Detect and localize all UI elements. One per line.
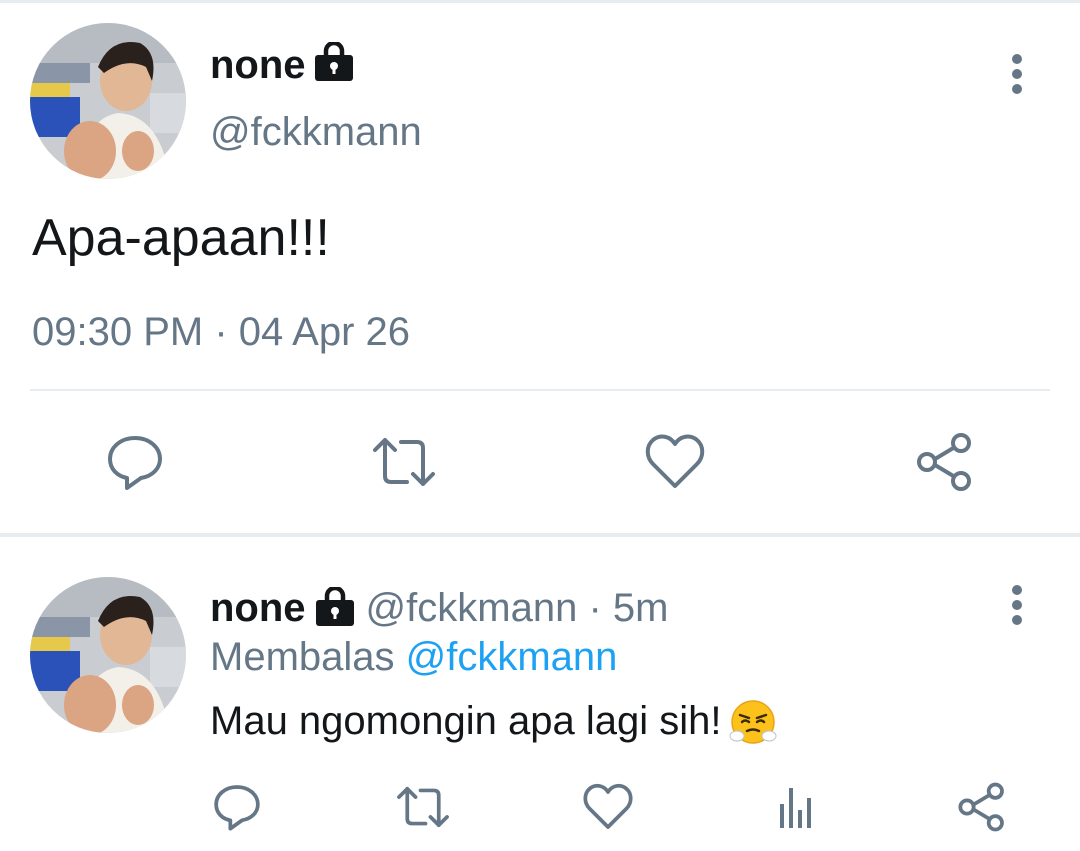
reply-header: none @fckkmann · 5m <box>210 584 668 632</box>
reply-icon[interactable] <box>105 432 165 492</box>
like-icon[interactable] <box>645 432 705 492</box>
tweet-age: 5m <box>612 586 669 630</box>
avatar[interactable] <box>30 23 186 179</box>
user-handle[interactable]: @fckkmann <box>366 586 578 630</box>
mention-link[interactable]: @fckkmann <box>406 635 618 679</box>
section-separator <box>0 533 1080 537</box>
display-name[interactable]: none <box>210 41 306 89</box>
share-icon[interactable] <box>957 782 1007 832</box>
user-handle[interactable]: @fckkmann <box>210 108 422 156</box>
retweet-icon[interactable] <box>394 782 452 832</box>
tweet-text: Mau ngomongin apa lagi sih! <box>210 699 722 743</box>
analytics-icon[interactable] <box>771 782 821 832</box>
reply-icon[interactable] <box>212 782 262 832</box>
lock-icon <box>315 42 353 81</box>
more-options-icon[interactable] <box>1007 51 1027 97</box>
face-with-steam-from-nose-emoji <box>729 700 777 744</box>
divider <box>30 389 1050 391</box>
timeline-view: none @fckkmann Apa-apaan!!! 09:30 PM · 0… <box>0 0 1080 851</box>
replying-label: Membalas <box>210 635 395 679</box>
avatar[interactable] <box>30 577 186 733</box>
tweet-timestamp: 09:30 PM · 04 Apr 26 <box>32 310 411 354</box>
replying-to: Membalas @fckkmann <box>210 633 617 681</box>
display-name[interactable]: none <box>210 586 306 630</box>
more-options-icon[interactable] <box>1007 582 1027 628</box>
top-border <box>0 0 1080 3</box>
retweet-icon[interactable] <box>369 432 439 492</box>
like-icon[interactable] <box>583 782 633 832</box>
tweet-text: Apa-apaan!!! <box>32 209 330 267</box>
share-icon[interactable] <box>915 432 975 492</box>
lock-icon <box>315 587 354 626</box>
separator-dot: · <box>577 586 613 630</box>
reply-text-line: Mau ngomongin apa lagi sih! <box>210 697 777 746</box>
